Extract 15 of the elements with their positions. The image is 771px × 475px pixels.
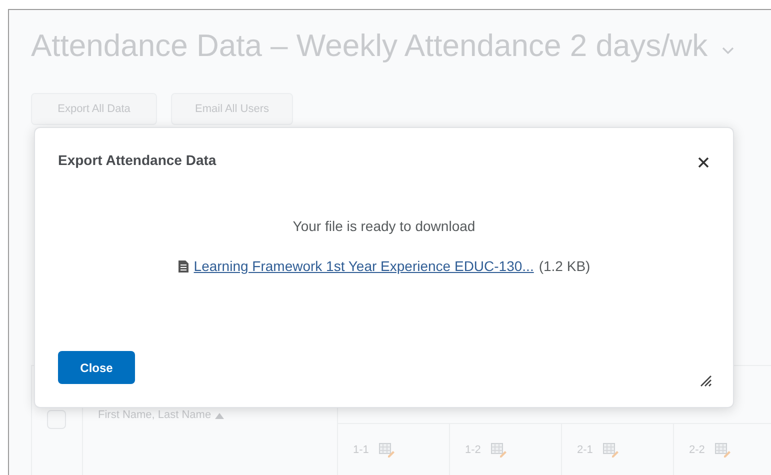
file-link[interactable]: Learning Framework 1st Year Experience EDUC-130... xyxy=(194,258,534,274)
dialog-title: Export Attendance Data xyxy=(58,152,216,168)
close-button[interactable]: Close xyxy=(58,351,135,384)
grid-pencil-icon[interactable] xyxy=(602,442,619,458)
resize-grip-icon[interactable] xyxy=(700,375,712,387)
sort-up-icon[interactable] xyxy=(215,413,224,419)
close-icon[interactable] xyxy=(698,156,709,168)
chevron-down-icon[interactable] xyxy=(722,47,734,55)
select-all-checkbox[interactable] xyxy=(47,410,66,429)
status-message: Your file is ready to download xyxy=(292,218,476,234)
document-icon xyxy=(178,260,189,272)
grid-pencil-icon[interactable] xyxy=(490,442,507,458)
grid-pencil-icon[interactable] xyxy=(378,442,395,458)
grid-pencil-icon[interactable] xyxy=(714,442,731,458)
file-size: (1.2 KB) xyxy=(538,258,590,274)
